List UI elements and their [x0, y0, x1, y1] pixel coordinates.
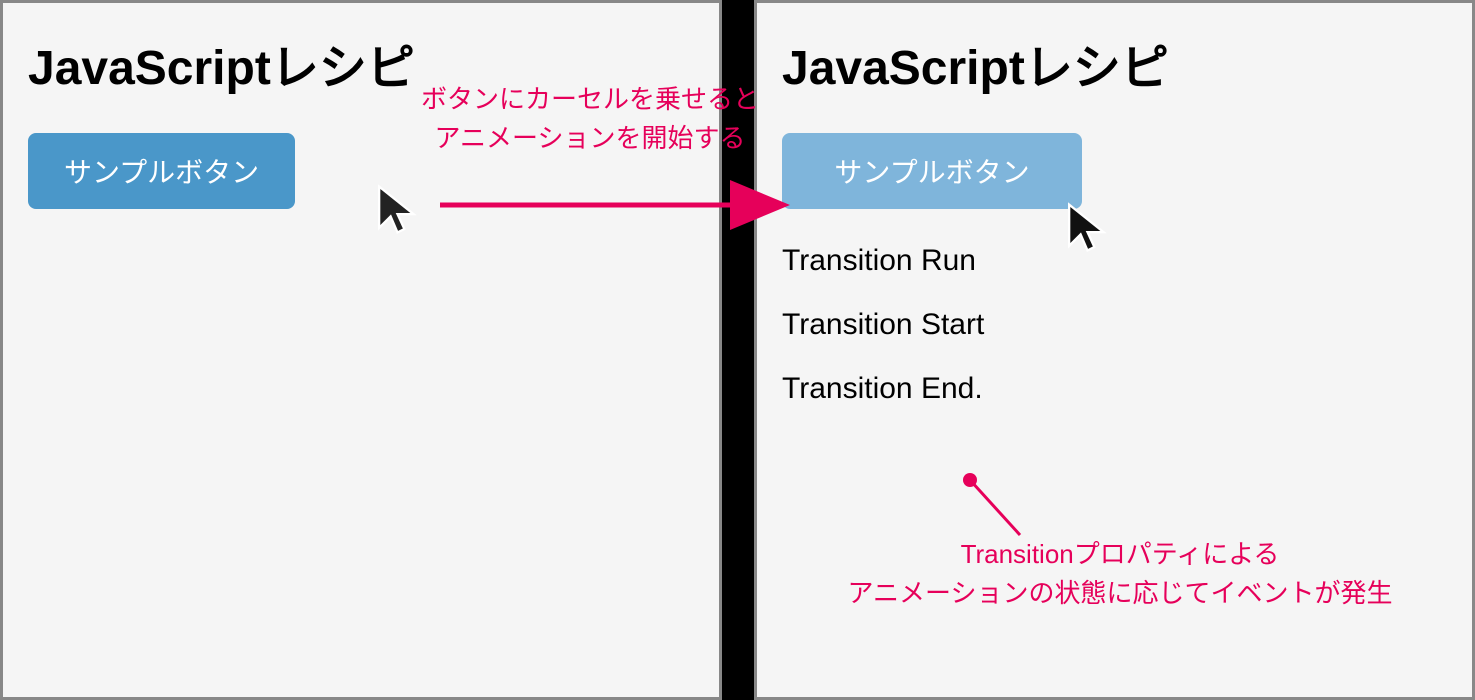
- arrow-icon: [440, 180, 800, 230]
- page-title: JavaScriptレシピ: [782, 28, 1447, 98]
- annotation-line: アニメーションの状態に応じてイベントが発生: [770, 574, 1470, 613]
- log-item: Transition End.: [782, 372, 1447, 406]
- log-item: Transition Start: [782, 308, 1447, 342]
- annotation-hover-explain: ボタンにカーセルを乗せると アニメーションを開始する: [350, 80, 830, 158]
- transition-log: Transition Run Transition Start Transiti…: [782, 244, 1447, 406]
- sample-button[interactable]: サンプルボタン: [28, 133, 295, 209]
- cursor-icon: [370, 182, 425, 237]
- callout-line-icon: [960, 470, 1040, 540]
- annotation-line: Transitionプロパティによる: [770, 535, 1470, 574]
- annotation-line: ボタンにカーセルを乗せると: [350, 80, 830, 119]
- cursor-icon: [1060, 200, 1115, 255]
- annotation-line: アニメーションを開始する: [350, 119, 830, 158]
- annotation-event-explain: Transitionプロパティによる アニメーションの状態に応じてイベントが発生: [770, 535, 1470, 613]
